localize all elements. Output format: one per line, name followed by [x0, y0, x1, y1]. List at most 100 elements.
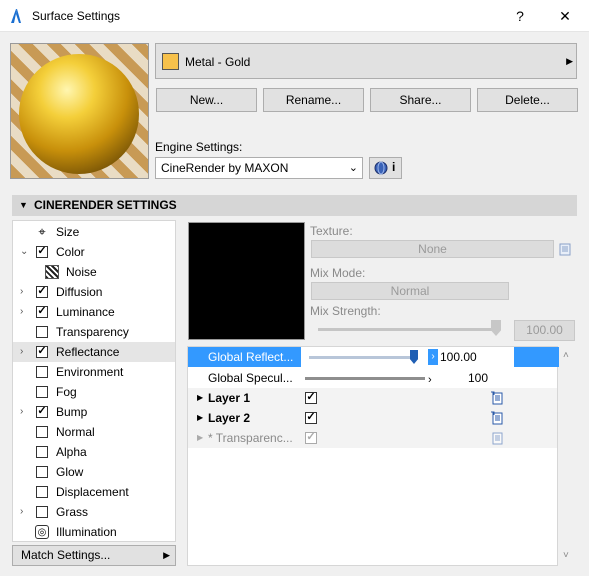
- param-name: Layer 2: [208, 411, 251, 425]
- channel-size[interactable]: ⌖ Size: [13, 222, 175, 242]
- row-highlight: [514, 347, 559, 367]
- checkbox-unchecked[interactable]: [36, 386, 48, 398]
- checkbox-unchecked[interactable]: [36, 446, 48, 458]
- channel-illumination[interactable]: ◎ Illumination: [13, 522, 175, 542]
- channel-label: Color: [56, 245, 85, 259]
- collapsed-chevron-icon[interactable]: ›: [20, 342, 23, 362]
- share-button[interactable]: Share...: [370, 88, 471, 112]
- channel-label: Illumination: [56, 525, 117, 539]
- value-arrow-icon: ›: [428, 374, 432, 386]
- checkbox-unchecked[interactable]: [36, 326, 48, 338]
- help-button[interactable]: ?: [508, 6, 532, 26]
- channel-glow[interactable]: Glow: [13, 462, 175, 482]
- match-settings-label: Match Settings...: [21, 548, 111, 562]
- texture-value-field[interactable]: None: [311, 240, 554, 258]
- collapsed-chevron-icon[interactable]: ›: [20, 502, 23, 522]
- vertical-scrollbar[interactable]: ˄ ˅: [560, 346, 575, 566]
- app-logo-icon: [11, 9, 21, 23]
- new-button[interactable]: New...: [156, 88, 257, 112]
- texture-browse-icon[interactable]: [558, 241, 573, 256]
- cinerender-settings-header[interactable]: ▼ CINERENDER SETTINGS: [12, 195, 577, 216]
- collapsed-chevron-icon[interactable]: ›: [20, 402, 23, 422]
- match-settings-button[interactable]: Match Settings... ▶: [12, 545, 176, 566]
- channel-transparency[interactable]: Transparency: [13, 322, 175, 342]
- checkbox-unchecked[interactable]: [36, 486, 48, 498]
- param-row-global-reflection[interactable]: Global Reflect... › 100.00: [188, 347, 559, 367]
- collapsed-chevron-icon[interactable]: ›: [20, 302, 23, 322]
- material-preview: [10, 43, 149, 179]
- expanded-chevron-icon[interactable]: ⌄: [20, 242, 28, 262]
- scroll-down-icon[interactable]: ˅: [563, 550, 569, 561]
- channel-reflectance[interactable]: › ✓ Reflectance: [13, 342, 175, 362]
- channel-label: Glow: [56, 465, 84, 479]
- window-title: Surface Settings: [32, 9, 121, 23]
- layer-settings-icon[interactable]: [490, 391, 504, 405]
- channel-environment[interactable]: Environment: [13, 362, 175, 382]
- channel-label: Environment: [56, 365, 124, 379]
- checkbox-unchecked[interactable]: [36, 506, 48, 518]
- mix-strength-label: Mix Strength:: [310, 304, 381, 318]
- engine-select[interactable]: CineRender by MAXON ⌄: [155, 157, 363, 179]
- layer-settings-icon[interactable]: [490, 411, 504, 425]
- channel-list[interactable]: ⌖ Size ⌄ ✓ Color Noise › ✓ Diffusion › ✓…: [12, 220, 176, 542]
- checkbox-unchecked[interactable]: [36, 366, 48, 378]
- checkbox-checked[interactable]: ✓: [36, 346, 48, 358]
- channel-normal[interactable]: Normal: [13, 422, 175, 442]
- texture-preview: [188, 222, 305, 340]
- mix-mode-label: Mix Mode:: [310, 266, 366, 280]
- channel-label: Noise: [66, 265, 97, 279]
- noise-icon: [45, 265, 59, 279]
- value-arrow-icon: ›: [428, 349, 438, 365]
- checkbox-checked[interactable]: ✓: [36, 286, 48, 298]
- preview-sphere: [19, 54, 139, 174]
- scroll-up-icon[interactable]: ˄: [563, 350, 569, 361]
- channel-diffusion[interactable]: › ✓ Diffusion: [13, 282, 175, 302]
- layer-1-checkbox[interactable]: ✓: [305, 392, 317, 404]
- global-specular-value[interactable]: 100: [438, 368, 488, 388]
- mix-strength-slider[interactable]: [318, 328, 498, 331]
- channel-grass[interactable]: › Grass: [13, 502, 175, 522]
- param-row-global-specular[interactable]: Global Specul... › 100: [188, 368, 557, 388]
- channel-color[interactable]: ⌄ ✓ Color: [13, 242, 175, 262]
- collapse-triangle-icon: ▼: [19, 200, 28, 210]
- checkbox-checked[interactable]: ✓: [36, 406, 48, 418]
- channel-displacement[interactable]: Displacement: [13, 482, 175, 502]
- checkbox-unchecked[interactable]: [36, 426, 48, 438]
- layer-2-checkbox[interactable]: ✓: [305, 412, 317, 424]
- reflectance-layer-table[interactable]: Global Reflect... › 100.00 Global Specul…: [187, 346, 559, 566]
- collapsed-chevron-icon[interactable]: ›: [20, 282, 23, 302]
- param-row-layer-1[interactable]: ▶ Layer 1 ✓: [188, 388, 557, 408]
- mix-strength-field[interactable]: 100.00: [514, 320, 575, 341]
- info-icon: i: [392, 160, 396, 174]
- global-specular-slider[interactable]: [305, 377, 425, 380]
- close-button[interactable]: ✕: [553, 6, 577, 26]
- submenu-arrow-icon: ▶: [163, 550, 170, 560]
- material-selector[interactable]: Metal - Gold ▶: [155, 43, 577, 79]
- channel-bump[interactable]: › ✓ Bump: [13, 402, 175, 422]
- engine-select-value: CineRender by MAXON: [161, 161, 289, 175]
- checkbox-checked[interactable]: ✓: [36, 306, 48, 318]
- global-reflection-slider-thumb[interactable]: [410, 350, 418, 364]
- global-reflection-value[interactable]: 100.00: [438, 349, 498, 365]
- channel-alpha[interactable]: Alpha: [13, 442, 175, 462]
- checkbox-unchecked[interactable]: [36, 466, 48, 478]
- channel-label: Transparency: [56, 325, 129, 339]
- param-name: Layer 1: [208, 391, 251, 405]
- transparency-checkbox: ✓: [305, 431, 317, 444]
- mix-mode-select[interactable]: Normal: [311, 282, 509, 300]
- channel-luminance[interactable]: › ✓ Luminance: [13, 302, 175, 322]
- delete-button[interactable]: Delete...: [477, 88, 578, 112]
- channel-fog[interactable]: Fog: [13, 382, 175, 402]
- checkbox-checked[interactable]: ✓: [36, 246, 48, 258]
- engine-info-button[interactable]: i: [369, 157, 402, 179]
- channel-label: Displacement: [56, 485, 129, 499]
- expand-arrow-icon: ▶: [566, 56, 573, 66]
- chevron-down-icon: ⌄: [348, 162, 358, 174]
- global-reflection-slider[interactable]: [309, 356, 415, 359]
- globe-icon: [374, 161, 388, 175]
- mix-strength-slider-thumb[interactable]: [491, 320, 501, 336]
- rename-button[interactable]: Rename...: [263, 88, 364, 112]
- engine-settings-label: Engine Settings:: [155, 140, 243, 154]
- channel-noise[interactable]: Noise: [13, 262, 175, 282]
- param-row-layer-2[interactable]: ▶ Layer 2 ✓: [188, 408, 557, 428]
